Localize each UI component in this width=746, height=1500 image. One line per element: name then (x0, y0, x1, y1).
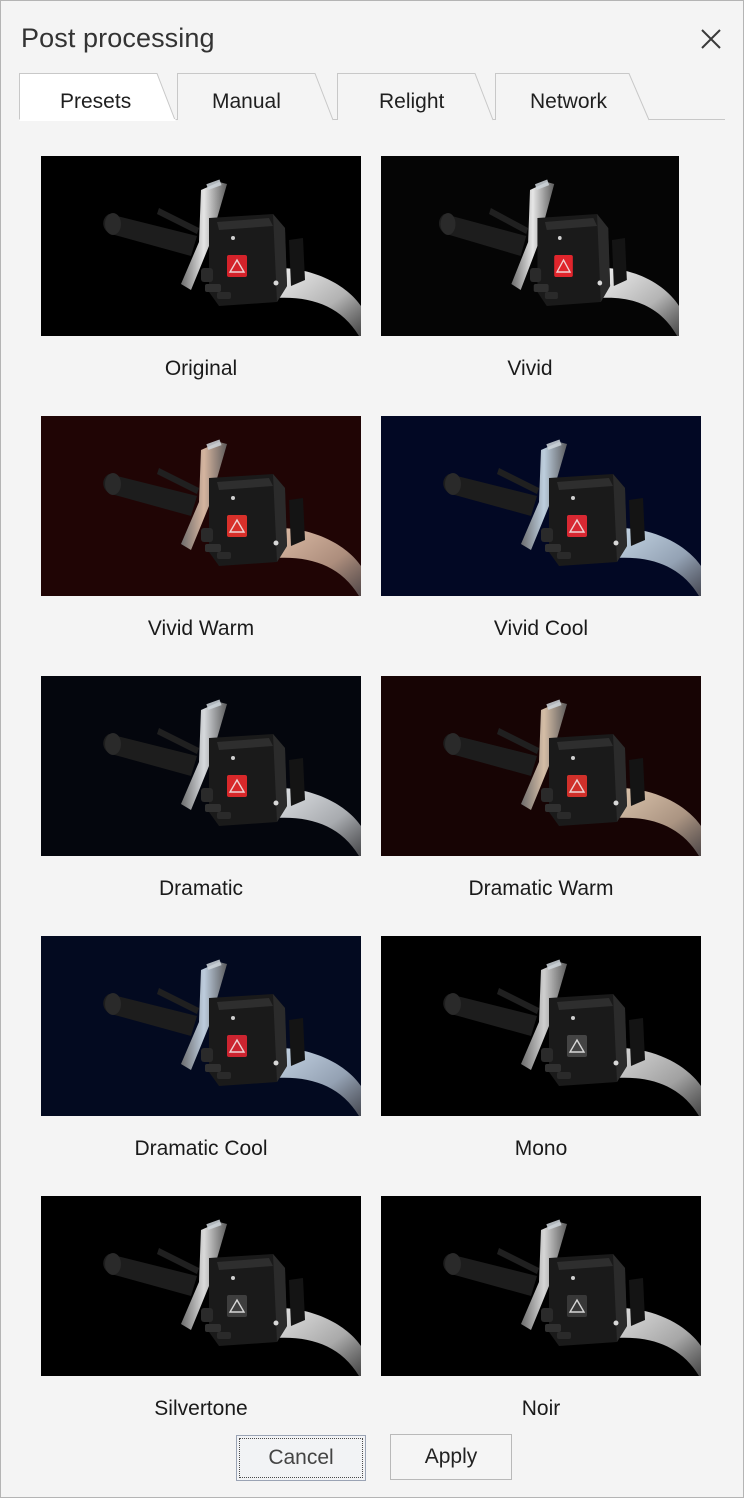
preset-card[interactable]: Vivid (381, 156, 701, 396)
preset-label: Vivid (507, 357, 553, 380)
preset-label: Noir (521, 1397, 561, 1420)
preset-thumbnail (41, 1196, 361, 1376)
handlebar-switch-image (41, 416, 361, 596)
preset-card[interactable]: Mono (381, 936, 701, 1176)
post-processing-dialog: Post processing Presets Manual Relight N… (0, 0, 744, 1498)
preset-thumbnail (381, 936, 701, 1116)
tab-presets[interactable]: Presets (19, 73, 179, 121)
preset-card[interactable]: Original (41, 156, 361, 396)
tab-network[interactable]: Network (495, 73, 655, 121)
preset-card[interactable]: Vivid Warm (41, 416, 361, 656)
tab-relight[interactable]: Relight (337, 73, 497, 121)
preset-card[interactable]: Dramatic Warm (381, 676, 701, 916)
tab-manual[interactable]: Manual (177, 73, 337, 121)
preset-label: Vivid Warm (147, 617, 255, 640)
preset-thumbnail (381, 416, 701, 596)
preset-thumbnail (41, 936, 361, 1116)
handlebar-switch-image (41, 1196, 361, 1376)
preset-label: Dramatic Warm (468, 877, 614, 900)
handlebar-switch-image (381, 676, 701, 856)
handlebar-switch-image (41, 936, 361, 1116)
cancel-button[interactable]: Cancel (236, 1435, 366, 1481)
preset-thumbnail (41, 676, 361, 856)
preset-label: Silvertone (154, 1397, 248, 1420)
dialog-title: Post processing (21, 23, 215, 53)
handlebar-switch-image (41, 676, 361, 856)
tab-label: Presets (60, 90, 132, 113)
close-icon (701, 29, 721, 49)
preset-thumbnail (381, 1196, 701, 1376)
handlebar-switch-image (381, 156, 679, 336)
preset-card[interactable]: Noir (381, 1196, 701, 1436)
handlebar-switch-image (381, 936, 701, 1116)
preset-label: Dramatic Cool (134, 1137, 268, 1160)
preset-label: Vivid Cool (493, 617, 589, 640)
tab-label: Manual (212, 90, 281, 113)
handlebar-switch-image (381, 416, 701, 596)
preset-thumbnail (41, 416, 361, 596)
preset-card[interactable]: Vivid Cool (381, 416, 701, 656)
preset-thumbnail (381, 676, 701, 856)
preset-label: Mono (514, 1137, 568, 1160)
tab-label: Relight (379, 90, 445, 113)
preset-card[interactable]: Silvertone (41, 1196, 361, 1436)
tab-label: Network (530, 90, 608, 113)
preset-label: Dramatic (158, 877, 243, 900)
tab-bar: Presets Manual Relight Network (19, 71, 727, 123)
apply-button[interactable]: Apply (390, 1434, 512, 1480)
close-button[interactable] (691, 21, 731, 57)
preset-thumbnail (381, 156, 679, 336)
preset-label: Original (164, 357, 238, 380)
preset-card[interactable]: Dramatic Cool (41, 936, 361, 1176)
preset-thumbnail (41, 156, 361, 336)
handlebar-switch-image (41, 156, 361, 336)
handlebar-switch-image (381, 1196, 701, 1376)
preset-card[interactable]: Dramatic (41, 676, 361, 916)
